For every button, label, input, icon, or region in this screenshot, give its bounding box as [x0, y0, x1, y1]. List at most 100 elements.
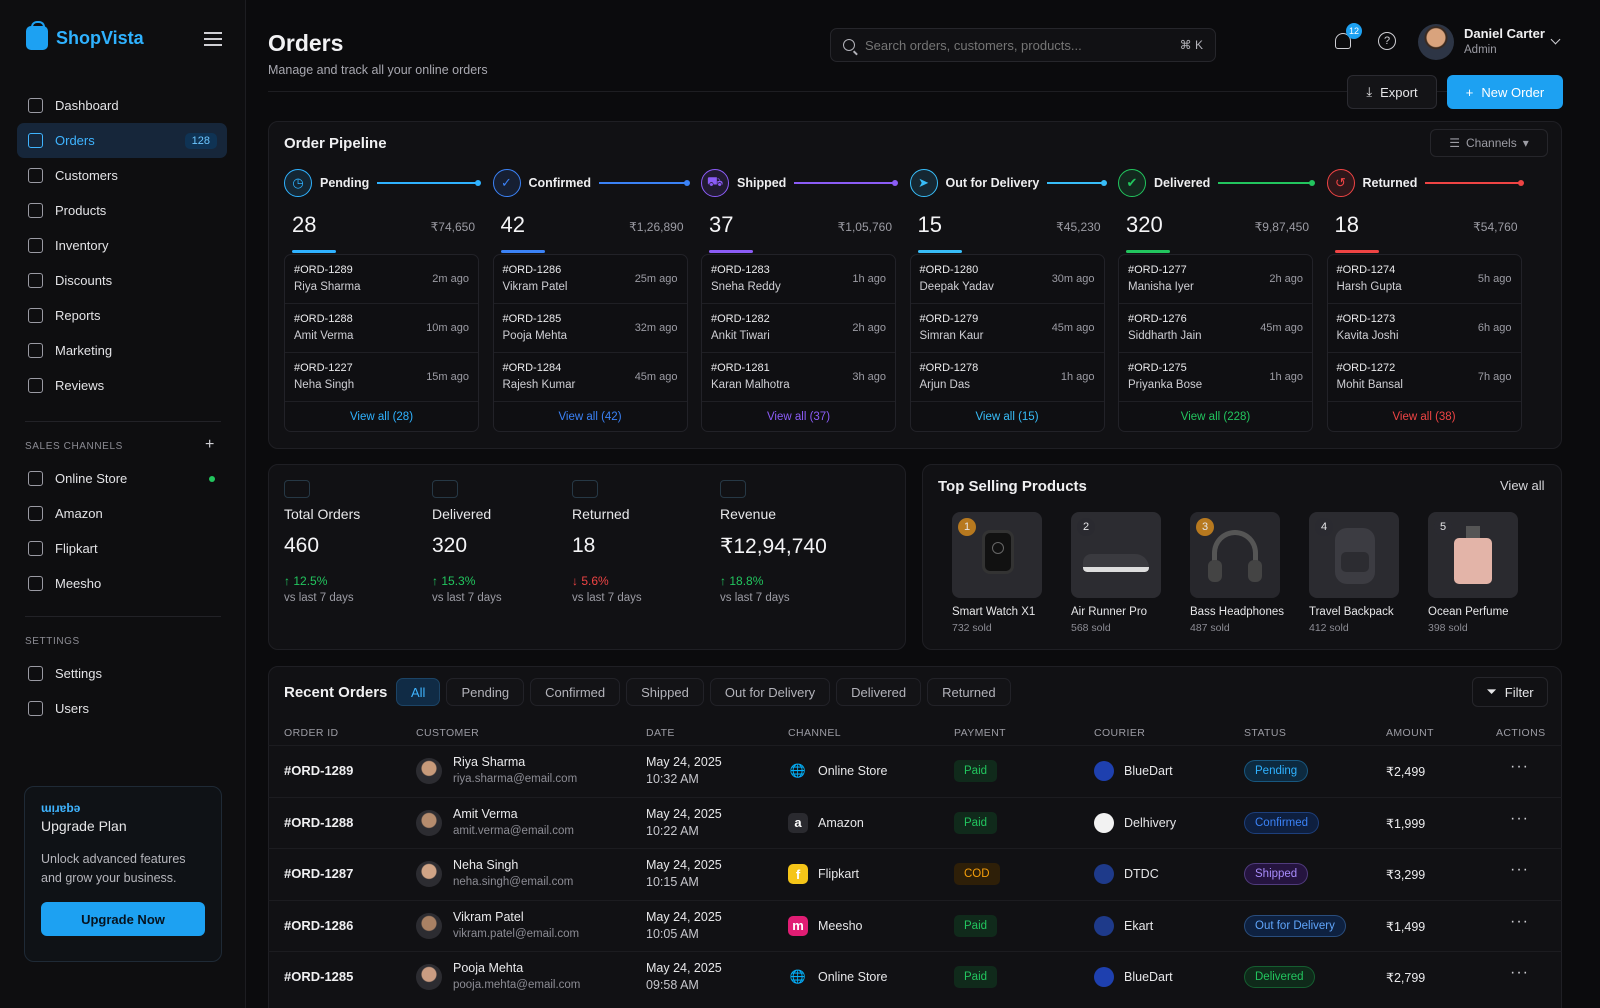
grid-icon	[28, 98, 43, 113]
tab-pending[interactable]: Pending	[446, 678, 525, 706]
sidebar-item-settings[interactable]: Settings	[17, 656, 227, 691]
order-id[interactable]: #ORD-1285	[284, 969, 353, 984]
more-actions-icon[interactable]: ···	[1510, 964, 1529, 982]
search-bar[interactable]: ⌘ K	[830, 28, 1216, 62]
channels-dropdown[interactable]: ☰ Channels ▾	[1430, 129, 1548, 157]
filter-button[interactable]: ⏷ Filter	[1472, 677, 1548, 707]
list-item[interactable]: #ORD-1284 Rajesh Kumar 45m ago	[493, 353, 687, 402]
list-item[interactable]: #ORD-1279 Simran Kaur 45m ago	[910, 304, 1104, 353]
new-order-button[interactable]: + New Order	[1447, 75, 1563, 109]
product-name: Smart Watch X1	[952, 606, 1036, 618]
product-card[interactable]: 5 Ocean Perfume 398 sold	[1428, 512, 1518, 634]
tab-delivered[interactable]: Delivered	[836, 678, 922, 706]
order-time: 15m ago	[426, 371, 469, 383]
sidebar-item-label: Dashboard	[55, 98, 119, 113]
tab-all[interactable]: All	[396, 678, 441, 706]
sidebar-item-orders[interactable]: Orders 128	[17, 123, 227, 158]
list-item[interactable]: #ORD-1283 Sneha Reddy 1h ago	[702, 255, 895, 304]
order-id[interactable]: #ORD-1286	[284, 918, 353, 933]
product-card[interactable]: 2 Air Runner Pro 568 sold	[1071, 512, 1161, 634]
tab-returned[interactable]: Returned	[927, 678, 1011, 706]
list-item[interactable]: #ORD-1273 Kavita Joshi 6h ago	[1327, 304, 1521, 353]
tab-confirmed[interactable]: Confirmed	[530, 678, 621, 706]
order-date: May 24, 2025	[646, 858, 722, 872]
sidebar-item-reports[interactable]: Reports	[17, 298, 227, 333]
sidebar-item-amazon[interactable]: Amazon	[17, 496, 227, 531]
list-item[interactable]: #ORD-1280 Deepak Yadav 30m ago	[910, 255, 1104, 304]
view-all-link[interactable]: View all (228)	[1119, 402, 1312, 432]
tab-out-for-delivery[interactable]: Out for Delivery	[709, 678, 831, 706]
product-card[interactable]: 4 Travel Backpack 412 sold	[1309, 512, 1399, 634]
column-header: PAYMENT	[954, 727, 1006, 739]
user-name[interactable]: Daniel Carter	[1464, 26, 1545, 41]
list-item[interactable]: #ORD-1275 Priyanka Bose 1h ago	[1119, 353, 1312, 402]
order-id[interactable]: #ORD-1289	[284, 763, 353, 778]
top-selling-view-all-link[interactable]: View all	[1500, 478, 1545, 493]
order-time: 10:05 AM	[646, 926, 699, 941]
dtdc-icon	[1094, 864, 1114, 884]
view-all-link[interactable]: View all (28)	[285, 402, 478, 432]
help-icon[interactable]: ?	[1378, 32, 1396, 50]
table-row[interactable]: #ORD-1288 Amit Verma amit.verma@email.com M…	[268, 796, 1562, 848]
list-item[interactable]: #ORD-1281 Karan Malhotra 3h ago	[702, 353, 895, 402]
view-all-link[interactable]: View all (15)	[911, 402, 1104, 432]
brand[interactable]: ShopVista	[26, 21, 144, 50]
list-item[interactable]: #ORD-1289 Riya Sharma 2m ago	[285, 255, 478, 304]
sidebar-item-dashboard[interactable]: Dashboard	[17, 88, 227, 123]
list-item[interactable]: #ORD-1286 Vikram Patel 25m ago	[493, 255, 687, 304]
list-item[interactable]: #ORD-1227 Neha Singh 15m ago	[285, 353, 478, 402]
search-input[interactable]	[865, 37, 1170, 53]
table-row[interactable]: #ORD-1286 Vikram Patel vikram.patel@email.…	[268, 899, 1562, 951]
stage-progress-bar	[292, 250, 336, 253]
add-channel-icon[interactable]: +	[205, 436, 214, 454]
sidebar-item-label: Products	[55, 203, 107, 218]
sidebar-item-discounts[interactable]: Discounts	[17, 263, 227, 298]
product-card[interactable]: 3 Bass Headphones 487 sold	[1190, 512, 1284, 634]
more-actions-icon[interactable]: ···	[1510, 758, 1529, 776]
sidebar-item-reviews[interactable]: Reviews	[17, 368, 227, 403]
list-item[interactable]: #ORD-1272 Mohit Bansal 7h ago	[1327, 353, 1521, 402]
return-icon: ↺	[1326, 169, 1355, 197]
table-row[interactable]: #ORD-1287 Neha Singh neha.singh@email.com M…	[268, 848, 1562, 899]
avatar[interactable]	[1418, 24, 1454, 60]
list-item[interactable]: #ORD-1274 Harsh Gupta 5h ago	[1327, 255, 1521, 304]
table-row[interactable]: #ORD-1289 Riya Sharma riya.sharma@email.co…	[268, 745, 1562, 796]
table-row[interactable]: #ORD-1285 Pooja Mehta pooja.mehta@email.co…	[268, 951, 1562, 1002]
list-item[interactable]: #ORD-1285 Pooja Mehta 32m ago	[493, 304, 687, 353]
sidebar-item-users[interactable]: Users	[17, 691, 227, 726]
upgrade-now-button[interactable]: Upgrade Now	[41, 902, 205, 936]
order-id[interactable]: #ORD-1287	[284, 866, 353, 881]
sidebar-item-inventory[interactable]: Inventory	[17, 228, 227, 263]
view-all-link[interactable]: View all (38)	[1328, 402, 1521, 432]
list-item[interactable]: #ORD-1276 Siddharth Jain 45m ago	[1119, 304, 1312, 353]
order-id[interactable]: #ORD-1288	[284, 815, 353, 830]
sidebar-item-marketing[interactable]: Marketing	[17, 333, 227, 368]
order-time: 30m ago	[1051, 273, 1095, 285]
menu-icon[interactable]	[204, 32, 222, 46]
list-item[interactable]: #ORD-1277 Manisha Iyer 2h ago	[1119, 255, 1312, 304]
warehouse-icon	[28, 238, 43, 253]
sidebar-item-products[interactable]: Products	[17, 193, 227, 228]
view-all-link[interactable]: View all (37)	[702, 402, 895, 432]
arrow-up-icon: ↑	[720, 574, 730, 588]
sidebar-item-customers[interactable]: Customers	[17, 158, 227, 193]
kpi-change: ↑ 15.3%	[432, 574, 475, 588]
kpi-label: Delivered	[432, 506, 492, 522]
view-all-link[interactable]: View all (42)	[494, 402, 687, 432]
list-item[interactable]: #ORD-1278 Arjun Das 1h ago	[910, 353, 1104, 402]
sidebar-item-meesho[interactable]: Meesho	[17, 566, 227, 601]
product-card[interactable]: 1 Smart Watch X1 732 sold	[952, 512, 1042, 634]
sidebar-item-online-store[interactable]: Online Store	[17, 461, 227, 496]
stage-progress-bar	[709, 250, 753, 253]
list-item[interactable]: #ORD-1288 Amit Verma 10m ago	[285, 304, 478, 353]
sidebar-item-flipkart[interactable]: Flipkart	[17, 531, 227, 566]
list-item[interactable]: #ORD-1282 Ankit Tiwari 2h ago	[702, 304, 895, 353]
kpi-value: 18	[572, 534, 596, 557]
more-actions-icon[interactable]: ···	[1510, 810, 1529, 828]
tab-shipped[interactable]: Shipped	[626, 678, 704, 706]
kpi-value: 320	[432, 534, 468, 557]
more-actions-icon[interactable]: ···	[1510, 913, 1529, 931]
export-button[interactable]: ⤓ Export	[1347, 75, 1437, 109]
more-actions-icon[interactable]: ···	[1510, 861, 1529, 879]
chevron-down-icon[interactable]	[1550, 34, 1561, 45]
